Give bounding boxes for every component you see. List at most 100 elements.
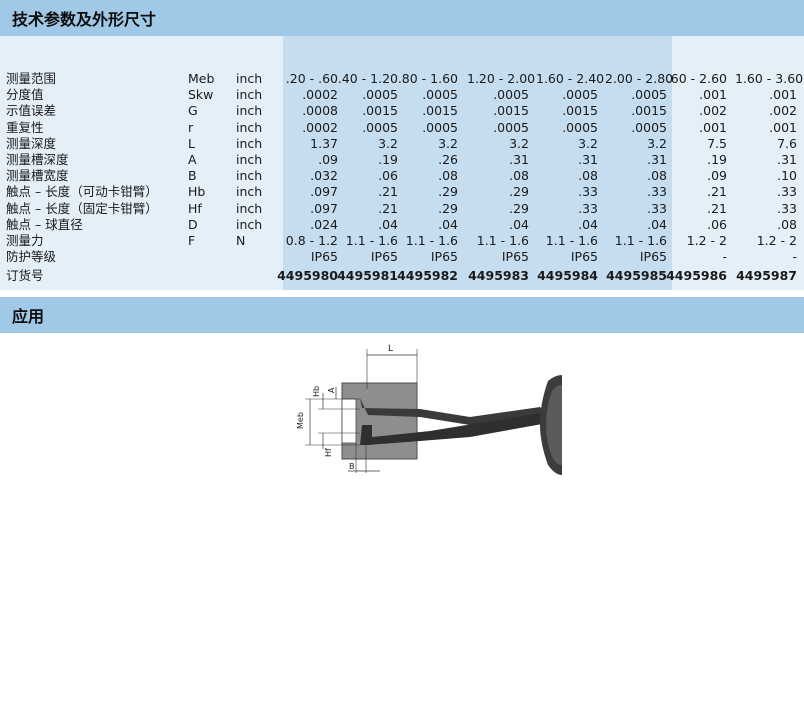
spec-value: .33 bbox=[777, 184, 797, 200]
spec-value: .29 bbox=[438, 200, 458, 216]
spec-value: .08 bbox=[509, 168, 529, 184]
spec-value: 3.2 bbox=[578, 135, 598, 151]
spec-value: .06 bbox=[707, 216, 727, 232]
spec-value: .0005 bbox=[422, 119, 458, 135]
spec-value: .20 - .60 bbox=[285, 71, 338, 86]
spec-row: 触点 – 球直径 Dinch .024 .04 .04 .04 .04 .04 .06 .08 bbox=[0, 217, 804, 233]
spec-value: .002 bbox=[769, 103, 797, 119]
spec-label: 触点 – 长度（固定卡钳臂） bbox=[6, 200, 158, 216]
spec-value: 1.1 - 1.6 bbox=[405, 233, 458, 248]
spec-value: .0005 bbox=[631, 87, 667, 103]
spec-unit: inch bbox=[236, 168, 263, 184]
order-number: 4495983 bbox=[468, 268, 529, 284]
spec-value: 7.5 bbox=[707, 135, 727, 151]
spec-value: 1.2 - 2 bbox=[756, 233, 797, 248]
spec-symbol: Meb bbox=[188, 71, 215, 86]
dim-label-B: B bbox=[349, 462, 355, 471]
spec-unit: inch bbox=[236, 200, 263, 216]
spec-value: 3.2 bbox=[509, 135, 529, 151]
spec-value: .21 bbox=[378, 200, 398, 216]
workpiece-groove bbox=[341, 398, 357, 444]
specs-section-header: 技术参数及外形尺寸 bbox=[0, 0, 804, 36]
spec-value: .0005 bbox=[422, 87, 458, 103]
spec-label: 触点 – 球直径 bbox=[6, 216, 83, 232]
spec-row: 测量深度 Linch 1.37 3.2 3.2 3.2 3.2 3.2 7.5 7.6 bbox=[0, 136, 804, 152]
spec-value: .33 bbox=[647, 200, 667, 216]
spec-value: .09 bbox=[707, 168, 727, 184]
spec-value: .10 bbox=[777, 168, 797, 184]
spec-value: .0005 bbox=[562, 87, 598, 103]
spec-value: .024 bbox=[310, 216, 338, 232]
spec-value: .097 bbox=[310, 184, 338, 200]
spec-symbol: r bbox=[188, 119, 194, 135]
spec-value: 1.20 - 2.00 bbox=[467, 71, 536, 86]
spec-value: .032 bbox=[310, 168, 338, 184]
spec-label: 测量槽深度 bbox=[6, 152, 69, 167]
order-number: 4495982 bbox=[397, 268, 458, 284]
spec-value: 1.37 bbox=[310, 135, 338, 151]
spec-label: 示值误差 bbox=[6, 103, 57, 119]
spec-value: .60 - 2.60 bbox=[666, 71, 727, 86]
spec-unit: inch bbox=[236, 71, 263, 86]
spec-value: 1.1 - 1.6 bbox=[476, 233, 529, 248]
spec-label: 测量力 bbox=[6, 233, 44, 248]
spec-value: .08 bbox=[647, 168, 667, 184]
spec-value: 1.1 - 1.6 bbox=[545, 233, 598, 248]
spec-value: 1.60 - 3.60 bbox=[735, 71, 804, 86]
spec-value: .0005 bbox=[362, 119, 398, 135]
spec-unit: inch bbox=[236, 103, 263, 119]
spec-value: .08 bbox=[438, 168, 458, 184]
spec-value: .001 bbox=[699, 119, 727, 135]
spec-symbol: A bbox=[188, 152, 197, 167]
spec-symbol: B bbox=[188, 168, 197, 184]
spec-value: .31 bbox=[578, 152, 598, 167]
spec-value: .29 bbox=[509, 200, 529, 216]
spec-value: .0015 bbox=[631, 103, 667, 119]
spec-row: 防护等级 IP65 IP65 IP65 IP65 IP65 IP65 - - bbox=[0, 249, 804, 265]
spec-value: IP65 bbox=[370, 249, 398, 265]
spec-value: .0008 bbox=[302, 103, 338, 119]
spec-value: .0015 bbox=[562, 103, 598, 119]
spec-value: 1.60 - 2.40 bbox=[536, 71, 605, 86]
gauge-diagram: L Meb Hb A Hf B bbox=[296, 344, 562, 475]
application-drawing: L Meb Hb A Hf B bbox=[0, 333, 804, 720]
spec-value: .31 bbox=[777, 152, 797, 167]
spec-value: .04 bbox=[578, 216, 598, 232]
spec-value: .0005 bbox=[493, 119, 529, 135]
order-number-row: 订货号 4495980 4495981 4495982 4495983 4495984 44… bbox=[0, 268, 804, 284]
spec-value: IP65 bbox=[639, 249, 667, 265]
spec-value: .09 bbox=[318, 152, 338, 167]
spec-value: IP65 bbox=[570, 249, 598, 265]
spec-value: IP65 bbox=[430, 249, 458, 265]
spec-value: .80 - 1.60 bbox=[397, 71, 458, 86]
spec-value: .31 bbox=[647, 152, 667, 167]
spec-value: IP65 bbox=[501, 249, 529, 265]
spec-value: .29 bbox=[509, 184, 529, 200]
spec-row: 测量范围 Meb inch .20 - .60.40 - 1.20.80 - 1.60… bbox=[0, 71, 804, 87]
spec-unit: inch bbox=[236, 135, 263, 151]
spec-value: .08 bbox=[578, 168, 598, 184]
spec-value: .04 bbox=[509, 216, 529, 232]
spec-row: 分度值 Skw inch .0002 .0005 .0005 .0005 .0005 .0005… bbox=[0, 87, 804, 103]
spec-label: 防护等级 bbox=[6, 249, 57, 265]
spec-symbol: F bbox=[188, 233, 196, 248]
order-number: 4495981 bbox=[337, 268, 398, 284]
spec-value: .0005 bbox=[631, 119, 667, 135]
spec-symbol: Hb bbox=[188, 184, 206, 200]
spec-value: .06 bbox=[378, 168, 398, 184]
spec-unit: inch bbox=[236, 119, 263, 135]
spec-unit: inch bbox=[236, 184, 263, 200]
spec-value: .31 bbox=[509, 152, 529, 167]
spec-row: 触点 – 长度（可动卡钳臂） Hb inch .097 .21 .29 .29 .33 .33.… bbox=[0, 184, 804, 200]
spec-label: 测量范围 bbox=[6, 71, 57, 86]
spec-value: 3.2 bbox=[647, 135, 667, 151]
order-number: 4495987 bbox=[736, 268, 797, 284]
spec-symbol: L bbox=[188, 135, 195, 151]
spec-unit: inch bbox=[236, 216, 263, 232]
dim-label-Hb: Hb bbox=[312, 386, 321, 397]
spec-row: 测量槽深度 Ainch .09 .19 .26 .31 .31 .31 .19 .31 bbox=[0, 152, 804, 168]
spec-value: .33 bbox=[578, 200, 598, 216]
spec-value: .002 bbox=[699, 103, 727, 119]
spec-value: 1.2 - 2 bbox=[686, 233, 727, 248]
spec-value: .04 bbox=[438, 216, 458, 232]
